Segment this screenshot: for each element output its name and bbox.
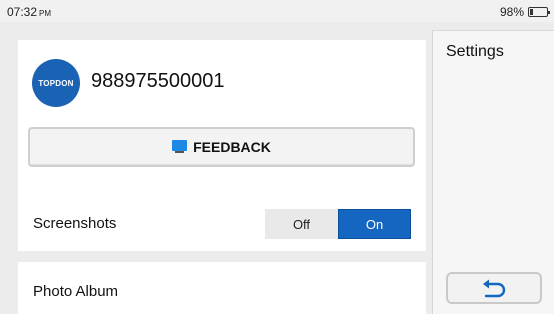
sidebar-title: Settings	[446, 43, 504, 60]
toggle-off-option[interactable]: Off	[265, 209, 338, 239]
status-time-ampm: PM	[39, 9, 52, 18]
feedback-button[interactable]: FEEDBACK	[28, 127, 415, 167]
status-time: 07:32 PM	[7, 5, 51, 19]
status-time-value: 07:32	[7, 5, 38, 19]
status-bar: 07:32 PM 98%	[0, 0, 554, 22]
screenshots-toggle[interactable]: Off On	[265, 209, 411, 239]
photo-album-row[interactable]: Photo Album	[18, 262, 426, 314]
battery-icon	[528, 7, 550, 17]
status-battery: 98%	[499, 5, 550, 19]
account-id: 988975500001	[91, 70, 225, 92]
toggle-on-option[interactable]: On	[338, 209, 411, 239]
feedback-label: FEEDBACK	[193, 139, 271, 155]
sidebar: Settings	[432, 30, 554, 314]
screenshots-row: Screenshots Off On	[18, 195, 426, 251]
screenshots-label: Screenshots	[33, 215, 117, 232]
back-arrow-icon	[483, 279, 506, 298]
avatar-logo-text: TOPDON	[38, 78, 74, 88]
settings-main-panel: TOPDON 988975500001 FEEDBACK Screenshots…	[0, 22, 426, 314]
battery-percent: 98%	[499, 5, 524, 19]
account-card: TOPDON 988975500001 FEEDBACK	[18, 40, 426, 198]
avatar: TOPDON	[32, 59, 80, 107]
back-button[interactable]	[446, 272, 542, 304]
monitor-icon	[172, 140, 188, 154]
photo-album-label: Photo Album	[33, 283, 119, 300]
